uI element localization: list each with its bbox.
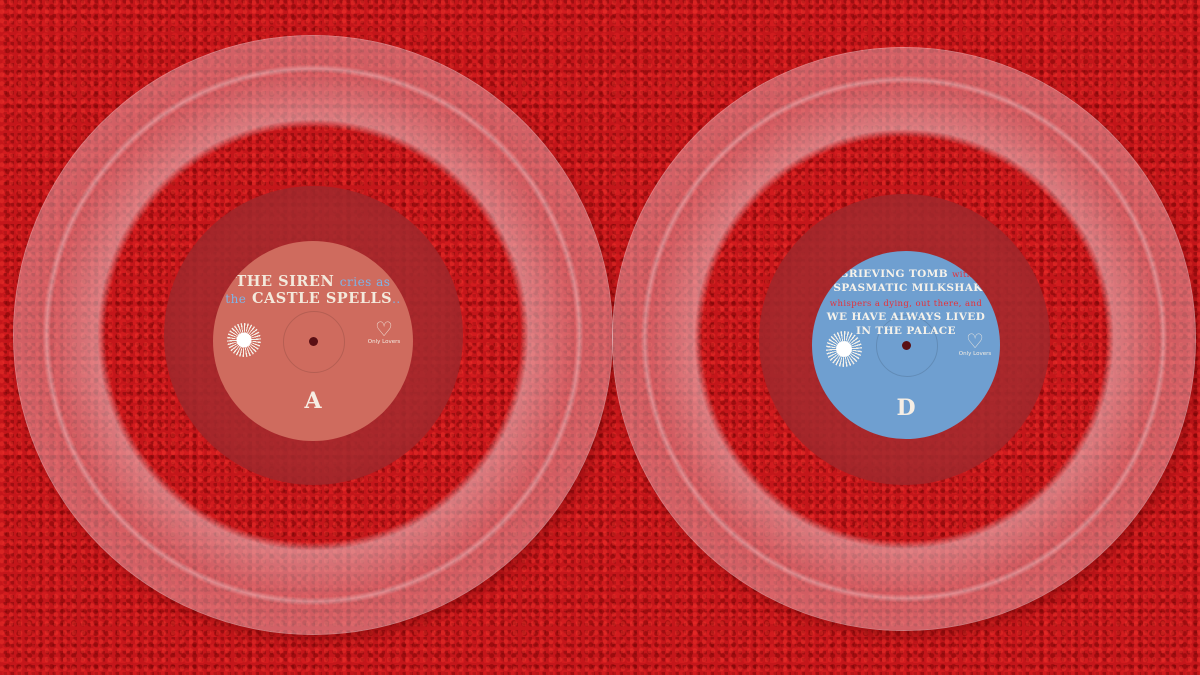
title-accent: whispers a dying, out there, and <box>829 298 983 309</box>
record-label-side-a: THE SIREN cries as the CASTLE SPELLS.. ♡… <box>213 241 413 441</box>
title-main: A SPASMATIC MILKSHAKE <box>820 282 992 295</box>
title-main: THE SIREN <box>235 273 335 290</box>
side-letter: D <box>896 395 916 421</box>
heart-logo-icon: ♡ Only Lovers <box>367 317 401 345</box>
side-letter: A <box>304 388 322 414</box>
record-label-side-d: GRIEVING TOMB with A SPASMATIC MILKSHAKE… <box>812 251 1000 439</box>
title-main: WE HAVE ALWAYS LIVED <box>826 311 986 324</box>
spindle-hole <box>308 336 318 346</box>
sunburst-icon <box>227 323 261 357</box>
sunburst-icon <box>826 331 862 367</box>
spindle-hole <box>901 340 911 350</box>
title-main: GRIEVING TOMB <box>839 268 948 280</box>
title-main: IN THE PALACE <box>856 325 956 338</box>
heart-logo-icon: ♡ Only Lovers <box>958 329 992 357</box>
title-accent: with <box>952 270 973 280</box>
title-accent: the <box>225 291 247 306</box>
label-title: THE SIREN cries as the CASTLE SPELLS.. <box>225 273 401 307</box>
title-accent: cries as <box>339 275 391 289</box>
label-title: GRIEVING TOMB with A SPASMATIC MILKSHAKE… <box>812 267 1000 338</box>
title-main: CASTLE SPELLS <box>251 289 393 307</box>
